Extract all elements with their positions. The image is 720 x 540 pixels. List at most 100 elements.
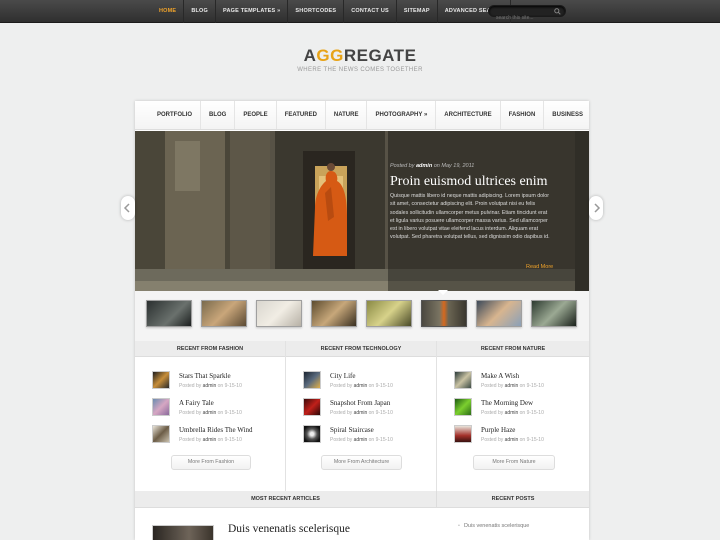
post-thumbnail[interactable] xyxy=(152,371,170,389)
category-columns: RECENT FROM FASHION Stars That Sparkle P… xyxy=(135,341,589,491)
read-more-link[interactable]: Read More xyxy=(526,264,553,270)
thumbnail-active[interactable] xyxy=(421,300,467,327)
cat-nav-architecture[interactable]: ARCHITECTURE xyxy=(436,101,501,129)
slider-next-button[interactable] xyxy=(589,196,603,220)
post-thumbnail[interactable] xyxy=(152,398,170,416)
column-header: RECENT FROM FASHION xyxy=(135,341,285,357)
list-item[interactable]: Stars That Sparkle Posted by admin on 9-… xyxy=(152,371,282,391)
top-nav-page-templates[interactable]: PAGE TEMPLATES » xyxy=(216,0,289,23)
top-nav-home[interactable]: HOME xyxy=(152,0,185,23)
slide-title[interactable]: Proin euismod ultrices enim xyxy=(390,174,547,190)
thumbnail[interactable] xyxy=(201,300,247,327)
post-meta-on: on xyxy=(368,437,375,443)
post-title[interactable]: A Fairy Tale xyxy=(179,399,214,407)
post-title[interactable]: Snapshot From Japan xyxy=(330,399,390,407)
post-thumbnail[interactable] xyxy=(152,425,170,443)
list-item[interactable]: A Fairy Tale Posted by admin on 9-15-10 xyxy=(152,398,282,418)
list-item[interactable]: Purple Haze Posted by admin on 9-15-10 xyxy=(454,425,584,445)
thumbnail[interactable] xyxy=(531,300,577,327)
slide-date: May 19, 2011 xyxy=(441,163,475,169)
site-logo[interactable]: AGGREGATE WHERE THE NEWS COMES TOGETHER xyxy=(0,46,720,73)
cat-nav-people[interactable]: PEOPLE xyxy=(235,101,277,129)
post-title[interactable]: Make A Wish xyxy=(481,372,519,380)
slide-date-prefix: on xyxy=(433,163,440,169)
more-from-fashion-button[interactable]: More From Fashion xyxy=(171,455,251,470)
post-author[interactable]: admin xyxy=(505,383,519,389)
thumbnail[interactable] xyxy=(311,300,357,327)
post-author[interactable]: admin xyxy=(203,437,217,443)
cat-nav-featured[interactable]: FEATURED xyxy=(277,101,326,129)
list-item[interactable]: Snapshot From Japan Posted by admin on 9… xyxy=(303,398,433,418)
search-icon[interactable] xyxy=(554,8,561,15)
list-item[interactable]: City Life Posted by admin on 9-15-10 xyxy=(303,371,433,391)
thumbnail[interactable] xyxy=(366,300,412,327)
thumbnail[interactable] xyxy=(146,300,192,327)
column-nature: RECENT FROM NATURE Make A Wish Posted by… xyxy=(437,341,589,491)
post-title[interactable]: The Morning Dew xyxy=(481,399,533,407)
thumbnail[interactable] xyxy=(476,300,522,327)
search-input[interactable] xyxy=(489,13,549,23)
list-item[interactable]: Umbrella Rides The Wind Posted by admin … xyxy=(152,425,282,445)
post-meta: Posted by admin on 9-15-10 xyxy=(481,383,544,389)
post-author[interactable]: admin xyxy=(354,410,368,416)
slide-author[interactable]: admin xyxy=(416,163,432,169)
post-thumbnail[interactable] xyxy=(454,371,472,389)
slider-prev-button[interactable] xyxy=(121,196,135,220)
recent-post-link[interactable]: Duis venenatis scelerisque xyxy=(458,523,529,529)
post-title[interactable]: Purple Haze xyxy=(481,426,515,434)
post-thumbnail[interactable] xyxy=(303,425,321,443)
cat-nav-fashion[interactable]: FASHION xyxy=(501,101,545,129)
article-title[interactable]: Duis venenatis scelerisque xyxy=(228,523,350,535)
post-author[interactable]: admin xyxy=(505,437,519,443)
top-nav-sitemap[interactable]: SITEMAP xyxy=(397,0,438,23)
post-thumbnail[interactable] xyxy=(303,371,321,389)
post-meta-prefix: Posted by xyxy=(179,437,202,443)
post-meta-on: on xyxy=(519,410,526,416)
list-item[interactable]: Make A Wish Posted by admin on 9-15-10 xyxy=(454,371,584,391)
chevron-left-icon xyxy=(123,203,130,213)
cat-nav-blog[interactable]: BLOG xyxy=(201,101,236,129)
site-tagline: WHERE THE NEWS COMES TOGETHER xyxy=(297,67,423,73)
post-title[interactable]: Umbrella Rides The Wind xyxy=(179,426,253,434)
logo-brand-start: A xyxy=(303,46,317,65)
post-meta-prefix: Posted by xyxy=(179,410,202,416)
featured-slider[interactable]: Posted by admin on May 19, 2011 Proin eu… xyxy=(135,131,589,291)
post-meta-prefix: Posted by xyxy=(481,437,504,443)
list-item[interactable]: Spiral Staircase Posted by admin on 9-15… xyxy=(303,425,433,445)
post-meta: Posted by admin on 9-15-10 xyxy=(179,437,242,443)
top-nav-blog[interactable]: BLOG xyxy=(184,0,217,23)
more-from-architecture-button[interactable]: More From Architecture xyxy=(321,455,402,470)
post-meta: Posted by admin on 9-15-10 xyxy=(330,410,393,416)
post-thumbnail[interactable] xyxy=(454,425,472,443)
post-date: 9-15-10 xyxy=(375,437,393,443)
post-thumbnail[interactable] xyxy=(454,398,472,416)
cat-nav-photography[interactable]: PHOTOGRAPHY » xyxy=(367,101,437,129)
recent-posts-header: RECENT POSTS xyxy=(437,491,589,508)
post-thumbnail[interactable] xyxy=(303,398,321,416)
column-fashion: RECENT FROM FASHION Stars That Sparkle P… xyxy=(135,341,286,491)
post-author[interactable]: admin xyxy=(354,437,368,443)
cat-nav-portfolio[interactable]: PORTFOLIO xyxy=(149,101,201,129)
post-title[interactable]: City Life xyxy=(330,372,355,380)
post-title[interactable]: Spiral Staircase xyxy=(330,426,374,434)
post-meta: Posted by admin on 9-15-10 xyxy=(481,410,544,416)
post-meta-on: on xyxy=(217,410,224,416)
article-thumbnail[interactable] xyxy=(152,525,214,540)
recent-posts-list: Duis venenatis scelerisque xyxy=(458,523,529,529)
post-author[interactable]: admin xyxy=(354,383,368,389)
post-author[interactable]: admin xyxy=(203,410,217,416)
post-meta-prefix: Posted by xyxy=(179,383,202,389)
post-author[interactable]: admin xyxy=(203,383,217,389)
list-item[interactable]: The Morning Dew Posted by admin on 9-15-… xyxy=(454,398,584,418)
column-technology: RECENT FROM TECHNOLOGY City Life Posted … xyxy=(286,341,437,491)
post-title[interactable]: Stars That Sparkle xyxy=(179,372,231,380)
category-nav: PORTFOLIO BLOG PEOPLE FEATURED NATURE PH… xyxy=(135,101,589,130)
cat-nav-business[interactable]: BUSINESS xyxy=(544,101,591,129)
post-author[interactable]: admin xyxy=(505,410,519,416)
thumbnail[interactable] xyxy=(256,300,302,327)
slide-meta-prefix: Posted by xyxy=(390,163,415,169)
cat-nav-nature[interactable]: NATURE xyxy=(326,101,368,129)
top-nav-shortcodes[interactable]: SHORTCODES xyxy=(288,0,345,23)
more-from-nature-button[interactable]: More From Nature xyxy=(473,455,555,470)
top-nav-contact-us[interactable]: CONTACT US xyxy=(344,0,397,23)
